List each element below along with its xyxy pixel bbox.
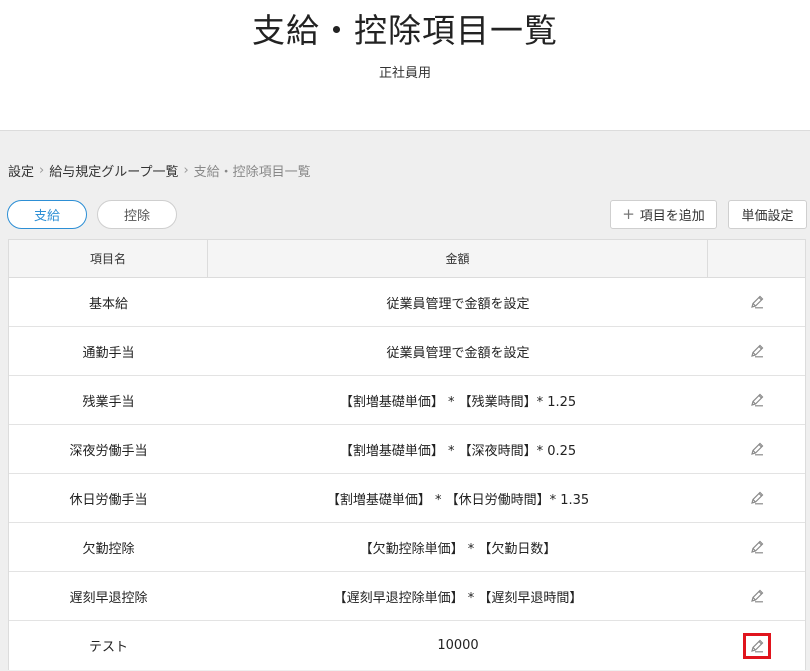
item-name-cell: テスト <box>88 640 128 655</box>
edit-button[interactable] <box>743 387 771 413</box>
page-title: 支給・控除項目一覧 <box>252 11 558 50</box>
breadcrumb-current: 支給・控除項目一覧 <box>193 164 311 180</box>
pencil-icon <box>749 638 765 654</box>
pencil-icon <box>749 588 765 604</box>
tab-payment[interactable]: 支給 <box>7 200 87 229</box>
edit-button[interactable] <box>743 436 771 462</box>
breadcrumb-settings[interactable]: 設定 <box>8 161 34 180</box>
actions-cell <box>708 278 805 326</box>
add-item-label: 項目を追加 <box>639 209 705 224</box>
pencil-icon <box>749 392 765 408</box>
column-header-amount: 金額 <box>208 240 708 277</box>
unit-price-settings-button[interactable]: 単価設定 <box>728 200 807 229</box>
add-item-button[interactable]: + 項目を追加 <box>610 200 717 229</box>
edit-button[interactable] <box>742 632 771 659</box>
tab-deduction[interactable]: 控除 <box>97 200 177 229</box>
amount-cell: 【割増基礎単価】 * 【休日労働時間】* 1.35 <box>326 492 590 508</box>
actions-cell <box>708 474 805 522</box>
breadcrumb-separator-icon: › <box>39 162 45 178</box>
page-header: 支給・控除項目一覧 正社員用 <box>0 0 810 131</box>
amount-cell: 【遅刻早退控除単価】 * 【遅刻早退時間】 <box>333 590 583 606</box>
item-name-cell: 深夜労働手当 <box>69 443 148 459</box>
amount-cell: 10000 <box>437 638 479 653</box>
amount-cell: 従業員管理で金額を設定 <box>386 296 530 312</box>
actions-cell <box>708 572 805 620</box>
actions-cell <box>708 425 805 473</box>
plus-icon: + <box>622 205 635 223</box>
pencil-icon <box>749 490 765 506</box>
item-name-cell: 残業手当 <box>82 394 135 410</box>
actions-cell <box>708 523 805 571</box>
amount-cell: 【割増基礎単価】 * 【深夜時間】* 0.25 <box>339 443 577 459</box>
table-row: 欠勤控除 【欠勤控除単価】 * 【欠勤日数】 <box>9 523 805 572</box>
table-row: 休日労働手当 【割増基礎単価】 * 【休日労働時間】* 1.35 <box>9 474 805 523</box>
table-body: 基本給 従業員管理で金額を設定 通勤手当 従業員管理で金額を設定 残業手当 【割増基礎単価… <box>9 278 805 670</box>
page-subtitle: 正社員用 <box>378 66 431 81</box>
actions-cell <box>708 327 805 375</box>
pencil-icon <box>749 294 765 310</box>
actions-cell <box>708 621 805 670</box>
column-header-actions <box>708 240 805 277</box>
pencil-icon <box>749 343 765 359</box>
item-name-cell: 欠勤控除 <box>82 541 135 557</box>
amount-cell: 【欠勤控除単価】 * 【欠勤日数】 <box>359 541 557 557</box>
items-table: 項目名 金額 基本給 従業員管理で金額を設定 通勤手当 従業員管理で金額を設定 残業手当… <box>8 239 806 670</box>
edit-button[interactable] <box>743 289 771 315</box>
edit-button[interactable] <box>743 534 771 560</box>
table-row: 基本給 従業員管理で金額を設定 <box>9 278 805 327</box>
item-name-cell: 通勤手当 <box>82 345 135 361</box>
table-row: テスト 10000 <box>9 621 805 670</box>
breadcrumb-separator-icon: › <box>183 162 189 178</box>
table-row: 残業手当 【割増基礎単価】 * 【残業時間】* 1.25 <box>9 376 805 425</box>
edit-button[interactable] <box>743 485 771 511</box>
actions-cell <box>708 376 805 424</box>
table-row: 通勤手当 従業員管理で金額を設定 <box>9 327 805 376</box>
item-name-cell: 基本給 <box>88 296 128 312</box>
amount-cell: 従業員管理で金額を設定 <box>386 345 530 361</box>
table-header: 項目名 金額 <box>9 240 805 278</box>
item-name-cell: 遅刻早退控除 <box>69 590 148 606</box>
amount-cell: 【割増基礎単価】 * 【残業時間】* 1.25 <box>339 394 577 410</box>
column-header-item-name: 項目名 <box>9 240 208 277</box>
table-row: 遅刻早退控除 【遅刻早退控除単価】 * 【遅刻早退時間】 <box>9 572 805 621</box>
table-row: 深夜労働手当 【割増基礎単価】 * 【深夜時間】* 0.25 <box>9 425 805 474</box>
pencil-icon <box>749 441 765 457</box>
edit-button[interactable] <box>743 583 771 609</box>
item-name-cell: 休日労働手当 <box>69 492 148 508</box>
breadcrumb: 設定 › 給与規定グループ一覧 › 支給・控除項目一覧 <box>8 160 311 180</box>
breadcrumb-salary-group-list[interactable]: 給与規定グループ一覧 <box>49 161 178 180</box>
pencil-icon <box>749 539 765 555</box>
edit-button[interactable] <box>743 338 771 364</box>
